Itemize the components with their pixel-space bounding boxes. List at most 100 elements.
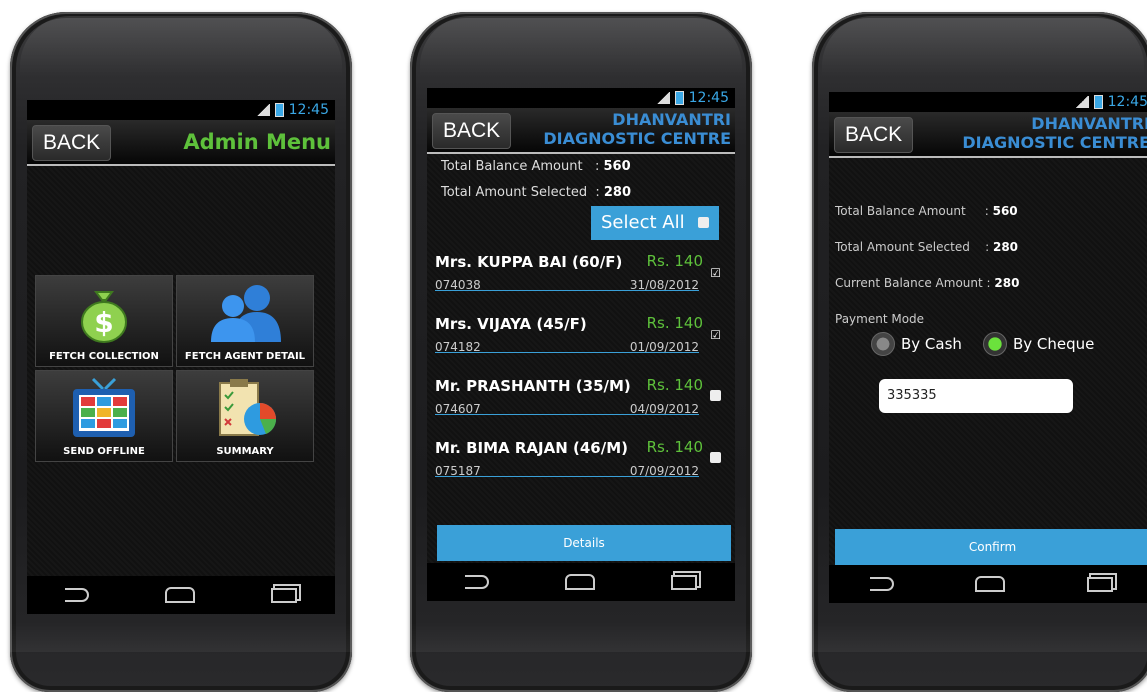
title-bar: BACK DHANVANTRI DIAGNOSTIC CENTRE bbox=[829, 112, 1147, 158]
total-selected-value: 280 bbox=[992, 240, 1019, 254]
svg-text:$: $ bbox=[94, 306, 113, 339]
select-all-button[interactable]: Select All bbox=[591, 206, 719, 240]
radio-unselected-icon bbox=[871, 332, 895, 356]
summary-info: Total Balance Amount : 560 Total Amount … bbox=[441, 159, 631, 200]
select-all-checkbox[interactable] bbox=[698, 217, 709, 228]
list-item[interactable]: Mr. BIMA RAJAN (46/M) Rs. 140 075187 07/… bbox=[435, 438, 735, 478]
brand-line2: DIAGNOSTIC CENTRE bbox=[962, 133, 1147, 152]
total-selected-value: 280 bbox=[603, 185, 631, 200]
patient-name: Mrs. KUPPA BAI (60/F) bbox=[435, 253, 623, 271]
recent-apps-icon[interactable] bbox=[1087, 576, 1114, 592]
signal-icon bbox=[1074, 96, 1089, 108]
screen: 12:45 BACK DHANVANTRI DIAGNOSTIC CENTRE … bbox=[829, 92, 1147, 603]
signal-icon bbox=[255, 104, 270, 116]
total-balance-value: 560 bbox=[603, 159, 631, 174]
divider bbox=[435, 476, 699, 477]
select-all-label: Select All bbox=[601, 212, 685, 233]
patient-amount: Rs. 140 bbox=[646, 314, 703, 332]
nav-bar bbox=[27, 576, 335, 614]
status-bar: 12:45 bbox=[427, 88, 735, 108]
patient-name: Mr. BIMA RAJAN (46/M) bbox=[435, 439, 628, 457]
recent-apps-icon[interactable] bbox=[271, 587, 297, 603]
fetch-collection-button[interactable]: $ FETCH COLLECTION bbox=[35, 275, 173, 367]
tv-icon bbox=[73, 377, 135, 437]
title-bar: BACK DHANVANTRI DIAGNOSTIC CENTRE bbox=[427, 108, 735, 154]
tile-label: FETCH AGENT DETAIL bbox=[184, 351, 306, 362]
checkbox[interactable] bbox=[710, 452, 721, 463]
summary-button[interactable]: SUMMARY bbox=[176, 370, 314, 462]
total-selected-label: Total Amount Selected bbox=[441, 185, 588, 200]
send-offline-button[interactable]: SEND OFFLINE bbox=[35, 370, 173, 462]
list-item[interactable]: Mr. PRASHANTH (35/M) Rs. 140 074607 04/0… bbox=[435, 376, 735, 416]
divider bbox=[435, 414, 699, 415]
home-nav-icon[interactable] bbox=[975, 576, 1006, 592]
payment-mode-label: Payment Mode bbox=[835, 312, 925, 326]
status-time: 12:45 bbox=[1107, 94, 1147, 110]
patient-name: Mrs. VIJAYA (45/F) bbox=[435, 315, 587, 333]
brand-line1: DHANVANTRI bbox=[1031, 114, 1147, 133]
brand-title: DHANVANTRI DIAGNOSTIC CENTRE bbox=[962, 114, 1147, 152]
phone-collection-list: 12:45 BACK DHANVANTRI DIAGNOSTIC CENTRE … bbox=[410, 12, 752, 692]
signal-icon bbox=[655, 92, 670, 104]
phone-payment: 12:45 BACK DHANVANTRI DIAGNOSTIC CENTRE … bbox=[812, 12, 1147, 692]
money-bag-icon: $ bbox=[81, 291, 127, 343]
brand-line2: DIAGNOSTIC CENTRE bbox=[543, 129, 731, 148]
nav-bar bbox=[829, 565, 1147, 603]
patient-amount: Rs. 140 bbox=[646, 376, 703, 394]
admin-menu-grid: $ FETCH COLLECTION FETCH AGENT DETAIL SE… bbox=[35, 275, 315, 462]
status-time: 12:45 bbox=[688, 90, 729, 106]
page-title: Admin Menu bbox=[183, 130, 331, 154]
status-bar: 12:45 bbox=[829, 92, 1147, 112]
current-balance-row: Current Balance Amount : 280 bbox=[835, 276, 1020, 290]
patient-amount: Rs. 140 bbox=[646, 438, 703, 456]
back-nav-icon[interactable] bbox=[869, 577, 894, 591]
total-balance-row: Total Balance Amount : 560 bbox=[835, 204, 1018, 218]
phone-admin-menu: 12:45 BACK Admin Menu $ FETCH COLLECTION bbox=[10, 12, 352, 692]
by-cheque-label: By Cheque bbox=[1013, 335, 1095, 353]
current-balance-label: Current Balance Amount bbox=[835, 276, 983, 290]
total-balance-value: 560 bbox=[992, 204, 1018, 218]
back-button[interactable]: BACK bbox=[834, 117, 914, 153]
back-button[interactable]: BACK bbox=[432, 113, 512, 149]
radio-selected-icon bbox=[983, 332, 1007, 356]
by-cash-label: By Cash bbox=[901, 335, 962, 353]
battery-icon bbox=[674, 91, 684, 105]
list-item[interactable]: Mrs. KUPPA BAI (60/F) Rs. 140 ☑ 074038 3… bbox=[435, 252, 735, 292]
confirm-button[interactable]: Confirm bbox=[835, 529, 1147, 565]
back-button[interactable]: BACK bbox=[32, 125, 112, 161]
status-time: 12:45 bbox=[288, 102, 329, 118]
patient-amount: Rs. 140 bbox=[646, 252, 703, 270]
current-balance-value: 280 bbox=[994, 276, 1020, 290]
tile-label: SEND OFFLINE bbox=[63, 446, 145, 457]
checkbox-checked-icon[interactable]: ☑ bbox=[710, 266, 721, 280]
cheque-number-input[interactable]: 335335 bbox=[879, 379, 1073, 413]
recent-apps-icon[interactable] bbox=[671, 574, 697, 590]
checkbox[interactable] bbox=[710, 390, 721, 401]
brand-title: DHANVANTRI DIAGNOSTIC CENTRE bbox=[543, 110, 731, 148]
title-bar: BACK Admin Menu bbox=[27, 120, 335, 166]
divider bbox=[435, 290, 699, 291]
report-chart-icon bbox=[219, 379, 277, 436]
users-icon bbox=[211, 285, 281, 342]
list-item[interactable]: Mrs. VIJAYA (45/F) Rs. 140 ☑ 074182 01/0… bbox=[435, 314, 735, 354]
screen: 12:45 BACK Admin Menu $ FETCH COLLECTION bbox=[27, 100, 335, 614]
by-cheque-radio[interactable]: By Cheque bbox=[983, 332, 1094, 356]
total-selected-label: Total Amount Selected bbox=[835, 240, 970, 254]
by-cash-radio[interactable]: By Cash bbox=[871, 332, 962, 356]
nav-bar bbox=[427, 563, 735, 601]
divider bbox=[435, 352, 699, 353]
brand-line1: DHANVANTRI bbox=[612, 110, 731, 129]
home-nav-icon[interactable] bbox=[165, 587, 195, 603]
checkbox-checked-icon[interactable]: ☑ bbox=[710, 328, 721, 342]
status-bar: 12:45 bbox=[27, 100, 335, 120]
screen: 12:45 BACK DHANVANTRI DIAGNOSTIC CENTRE … bbox=[427, 88, 735, 601]
total-selected-row: Total Amount Selected : 280 bbox=[835, 240, 1019, 254]
patient-name: Mr. PRASHANTH (35/M) bbox=[435, 377, 631, 395]
battery-icon bbox=[1093, 95, 1103, 109]
back-nav-icon[interactable] bbox=[465, 575, 489, 589]
back-nav-icon[interactable] bbox=[65, 588, 89, 602]
home-nav-icon[interactable] bbox=[565, 574, 595, 590]
total-balance-label: Total Balance Amount bbox=[441, 159, 583, 174]
details-button[interactable]: Details bbox=[437, 525, 731, 561]
fetch-agent-detail-button[interactable]: FETCH AGENT DETAIL bbox=[176, 275, 314, 367]
